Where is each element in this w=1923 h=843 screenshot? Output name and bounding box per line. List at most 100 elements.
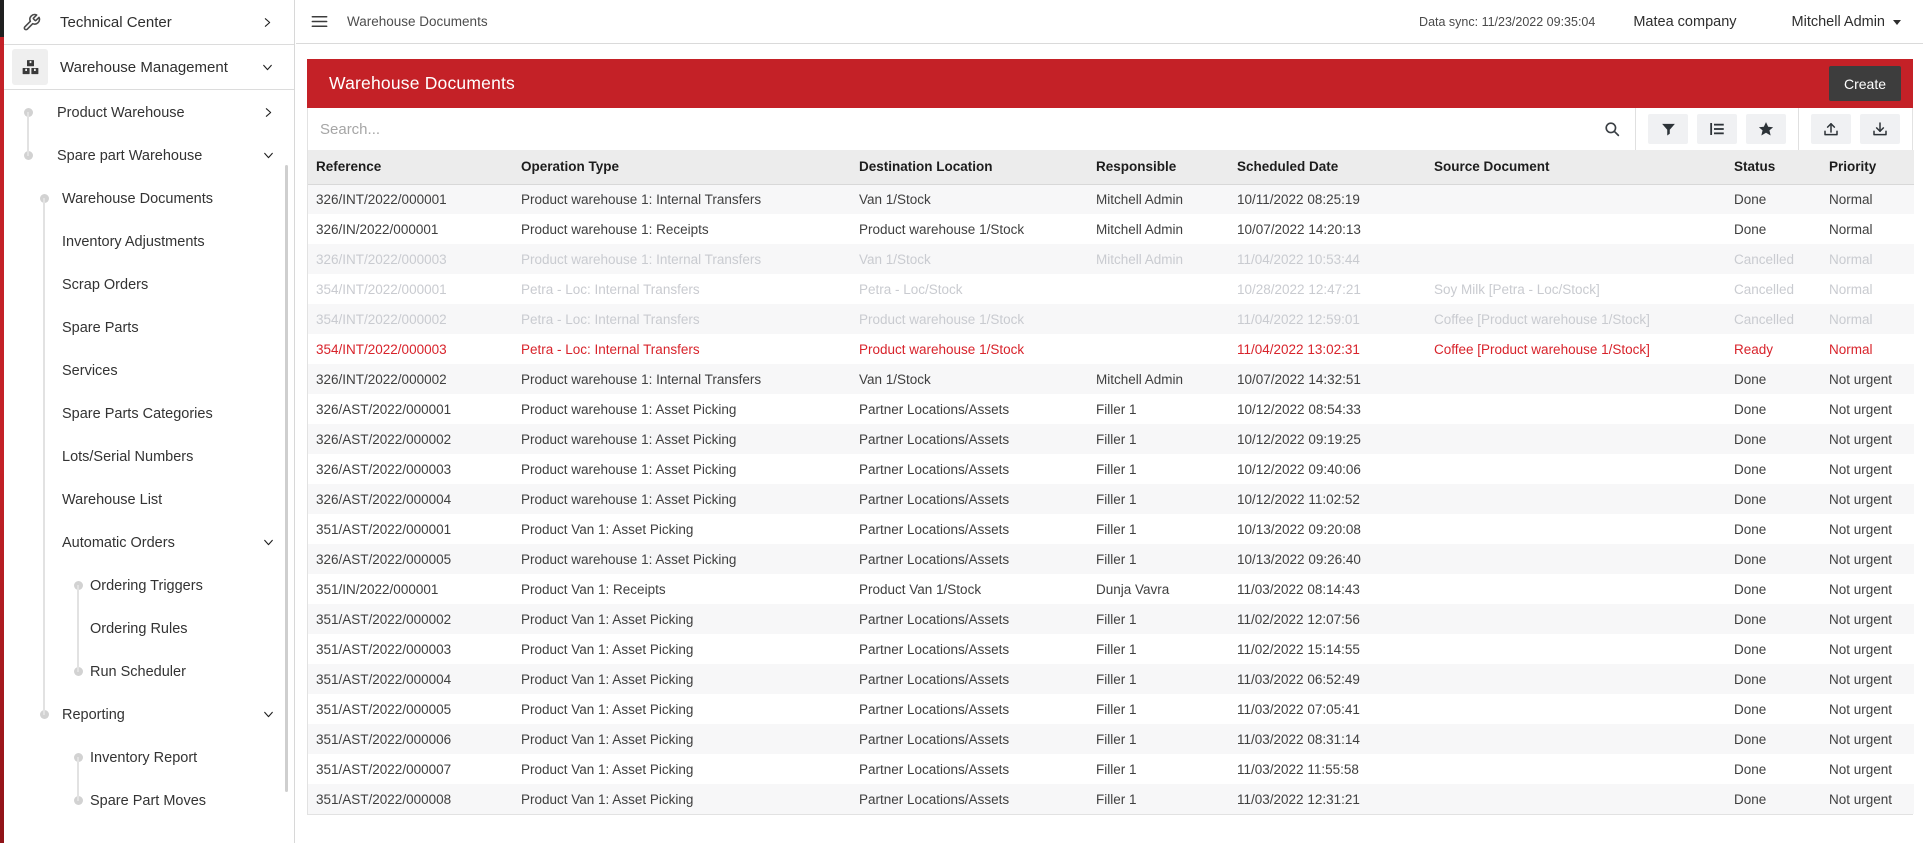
cell-responsible: Mitchell Admin <box>1088 244 1229 274</box>
sidebar-item-product-warehouse[interactable]: Product Warehouse <box>0 91 295 134</box>
cell-destination: Van 1/Stock <box>851 244 1088 274</box>
user-name: Mitchell Admin <box>1792 14 1885 30</box>
cell-status: Done <box>1726 784 1821 814</box>
table-row-351-ast-2022-000008[interactable]: 351/AST/2022/000008Product Van 1: Asset … <box>308 784 1914 814</box>
column-header-responsible[interactable]: Responsible <box>1088 150 1229 184</box>
wrench-icon <box>22 13 41 32</box>
cell-reference: 326/AST/2022/000002 <box>308 424 513 454</box>
table-row-351-ast-2022-000002[interactable]: 351/AST/2022/000002Product Van 1: Asset … <box>308 604 1914 634</box>
favorites-icon <box>1757 120 1775 138</box>
cell-source <box>1426 664 1726 694</box>
column-header-operation-type[interactable]: Operation Type <box>513 150 851 184</box>
cell-scheduled: 10/07/2022 14:32:51 <box>1229 364 1426 394</box>
table-row-351-ast-2022-000006[interactable]: 351/AST/2022/000006Product Van 1: Asset … <box>308 724 1914 754</box>
cell-status: Ready <box>1726 334 1821 364</box>
cell-responsible: Dunja Vavra <box>1088 574 1229 604</box>
cell-operation: Petra - Loc: Internal Transfers <box>513 334 851 364</box>
cell-responsible <box>1088 304 1229 334</box>
sidebar-item-warehouse-management[interactable]: Warehouse Management <box>0 45 294 90</box>
cell-operation: Petra - Loc: Internal Transfers <box>513 304 851 334</box>
cell-reference: 351/IN/2022/000001 <box>308 574 513 604</box>
group-by-button[interactable] <box>1697 114 1737 144</box>
chevron-down-icon <box>261 61 274 74</box>
column-header-status[interactable]: Status <box>1726 150 1821 184</box>
data-sync-status: Data sync: 11/23/2022 09:35:04 <box>1419 15 1595 29</box>
table-row-354-int-2022-000003[interactable]: 354/INT/2022/000003Petra - Loc: Internal… <box>308 334 1914 364</box>
toolbar-group <box>1636 108 1798 150</box>
sidebar-item-technical-center[interactable]: Technical Center <box>0 0 294 45</box>
search-input[interactable] <box>308 108 1597 150</box>
cell-operation: Product warehouse 1: Asset Picking <box>513 454 851 484</box>
table-header-row: ReferenceOperation TypeDestination Locat… <box>308 150 1914 184</box>
cell-status: Done <box>1726 214 1821 244</box>
table-row-354-int-2022-000001[interactable]: 354/INT/2022/000001Petra - Loc: Internal… <box>308 274 1914 304</box>
favorites-button[interactable] <box>1746 114 1786 144</box>
table-row-326-int-2022-000001[interactable]: 326/INT/2022/000001Product warehouse 1: … <box>308 184 1914 214</box>
sidebar-item-label: Spare Parts <box>62 320 139 336</box>
sidebar-item-spare-part-moves[interactable]: Spare Part Moves <box>0 779 295 822</box>
filter-button[interactable] <box>1648 114 1688 144</box>
cell-destination: Partner Locations/Assets <box>851 544 1088 574</box>
table-row-326-ast-2022-000001[interactable]: 326/AST/2022/000001Product warehouse 1: … <box>308 394 1914 424</box>
documents-table: ReferenceOperation TypeDestination Locat… <box>308 150 1914 814</box>
column-header-destination-location[interactable]: Destination Location <box>851 150 1088 184</box>
sidebar-item-label: Technical Center <box>60 14 172 31</box>
sidebar-item-label: Scrap Orders <box>62 277 148 293</box>
cell-scheduled: 11/02/2022 15:14:55 <box>1229 634 1426 664</box>
search-toolbar <box>308 108 1912 150</box>
sidebar-item-label: Ordering Rules <box>90 621 188 637</box>
chevron-right-icon <box>261 16 274 29</box>
table-row-326-int-2022-000002[interactable]: 326/INT/2022/000002Product warehouse 1: … <box>308 364 1914 394</box>
cell-reference: 351/AST/2022/000005 <box>308 694 513 724</box>
column-header-source-document[interactable]: Source Document <box>1426 150 1726 184</box>
menu-icon[interactable] <box>306 8 333 35</box>
cell-source <box>1426 424 1726 454</box>
sidebar-scrollbar[interactable] <box>285 165 288 792</box>
table-row-351-ast-2022-000003[interactable]: 351/AST/2022/000003Product Van 1: Asset … <box>308 634 1914 664</box>
cell-source <box>1426 214 1726 244</box>
column-header-scheduled-date[interactable]: Scheduled Date <box>1229 150 1426 184</box>
column-header-priority[interactable]: Priority <box>1821 150 1914 184</box>
upload-button[interactable] <box>1811 114 1851 144</box>
cell-scheduled: 11/03/2022 11:55:58 <box>1229 754 1426 784</box>
table-row-351-ast-2022-000004[interactable]: 351/AST/2022/000004Product Van 1: Asset … <box>308 664 1914 694</box>
topbar: Warehouse Documents Data sync: 11/23/202… <box>296 0 1923 44</box>
cell-priority: Not urgent <box>1821 544 1914 574</box>
table-row-326-in-2022-000001[interactable]: 326/IN/2022/000001Product warehouse 1: R… <box>308 214 1914 244</box>
user-menu[interactable]: Mitchell Admin <box>1792 14 1901 30</box>
table-row-351-ast-2022-000005[interactable]: 351/AST/2022/000005Product Van 1: Asset … <box>308 694 1914 724</box>
table-row-326-ast-2022-000005[interactable]: 326/AST/2022/000005Product warehouse 1: … <box>308 544 1914 574</box>
cell-source: Soy Milk [Petra - Loc/Stock] <box>1426 274 1726 304</box>
search-icon[interactable] <box>1597 108 1635 150</box>
download-button[interactable] <box>1860 114 1900 144</box>
table-row-326-int-2022-000003[interactable]: 326/INT/2022/000003Product warehouse 1: … <box>308 244 1914 274</box>
topbar-right: Data sync: 11/23/2022 09:35:04 Matea com… <box>1419 14 1901 30</box>
sidebar-item-label: Spare part Warehouse <box>57 148 202 164</box>
cell-priority: Not urgent <box>1821 424 1914 454</box>
cell-status: Done <box>1726 724 1821 754</box>
tree-connector <box>77 585 79 672</box>
sidebar: Technical Center Warehouse Management Pro… <box>0 0 295 843</box>
table-row-326-ast-2022-000004[interactable]: 326/AST/2022/000004Product warehouse 1: … <box>308 484 1914 514</box>
cell-source <box>1426 754 1726 784</box>
cell-reference: 326/IN/2022/000001 <box>308 214 513 244</box>
cell-scheduled: 11/03/2022 08:14:43 <box>1229 574 1426 604</box>
company-selector[interactable]: Matea company <box>1633 14 1736 30</box>
create-button[interactable]: Create <box>1829 66 1901 101</box>
column-header-reference[interactable]: Reference <box>308 150 513 184</box>
cell-reference: 354/INT/2022/000003 <box>308 334 513 364</box>
sidebar-item-spare-part-warehouse[interactable]: Spare part Warehouse <box>0 134 295 177</box>
table-row-326-ast-2022-000002[interactable]: 326/AST/2022/000002Product warehouse 1: … <box>308 424 1914 454</box>
sidebar-item-inventory-report[interactable]: Inventory Report <box>0 736 295 779</box>
cell-responsible: Filler 1 <box>1088 604 1229 634</box>
cell-source <box>1426 244 1726 274</box>
cell-reference: 326/INT/2022/000002 <box>308 364 513 394</box>
cell-responsible: Filler 1 <box>1088 484 1229 514</box>
cell-priority: Not urgent <box>1821 364 1914 394</box>
table-row-354-int-2022-000002[interactable]: 354/INT/2022/000002Petra - Loc: Internal… <box>308 304 1914 334</box>
table-row-326-ast-2022-000003[interactable]: 326/AST/2022/000003Product warehouse 1: … <box>308 454 1914 484</box>
table-row-351-ast-2022-000007[interactable]: 351/AST/2022/000007Product Van 1: Asset … <box>308 754 1914 784</box>
cell-source <box>1426 634 1726 664</box>
table-row-351-ast-2022-000001[interactable]: 351/AST/2022/000001Product Van 1: Asset … <box>308 514 1914 544</box>
table-row-351-in-2022-000001[interactable]: 351/IN/2022/000001Product Van 1: Receipt… <box>308 574 1914 604</box>
